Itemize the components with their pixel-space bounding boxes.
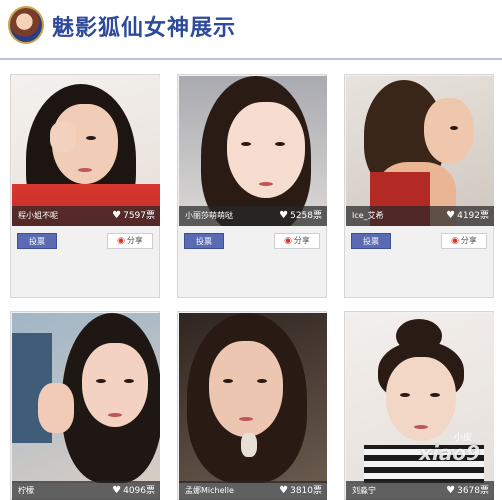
vote-count: ♥ 4192票 xyxy=(446,206,489,226)
contestant-card[interactable]: 程小姐不呢 ♥ 7597票 投票 ◉ 分享 xyxy=(10,74,160,298)
contestant-photo[interactable]: 小皮 xiao9 xyxy=(346,313,494,483)
heart-icon: ♥ xyxy=(279,210,289,221)
weibo-icon: ◉ xyxy=(284,236,292,246)
vote-button[interactable]: 投票 xyxy=(351,233,391,249)
weibo-icon: ◉ xyxy=(117,236,125,246)
vote-count: ♥ 7597票 xyxy=(112,206,155,226)
contestant-photo[interactable] xyxy=(179,76,327,226)
contestant-caption: 柠檬 ♥ 4096票 xyxy=(12,481,160,500)
site-watermark: xiao9 xyxy=(419,441,480,465)
vote-button[interactable]: 投票 xyxy=(184,233,224,249)
contestant-caption: 程小姐不呢 ♥ 7597票 xyxy=(12,206,160,226)
share-button[interactable]: ◉ 分享 xyxy=(107,233,153,249)
heart-icon: ♥ xyxy=(112,210,122,221)
vote-count: ♥ 4096票 xyxy=(112,481,155,500)
heart-icon: ♥ xyxy=(279,485,289,496)
header-divider xyxy=(0,58,502,60)
contestant-name: 刘淼宁 xyxy=(352,486,376,495)
heart-icon: ♥ xyxy=(446,485,456,496)
contestant-card[interactable]: 孟娜Michelle ♥ 3810票 xyxy=(177,311,327,500)
contestant-name: Ice_艾希 xyxy=(352,211,384,220)
contestant-card[interactable]: 柠檬 ♥ 4096票 xyxy=(10,311,160,500)
contestant-name: 程小姐不呢 xyxy=(18,211,58,220)
contestant-caption: 小丽莎萌萌哒 ♥ 5258票 xyxy=(179,206,327,226)
vote-count: ♥ 3810票 xyxy=(279,481,322,500)
contestant-name: 小丽莎萌萌哒 xyxy=(185,211,233,220)
game-avatar-icon xyxy=(8,6,44,44)
page-title: 魅影狐仙女神展示 xyxy=(52,16,237,41)
weibo-icon: ◉ xyxy=(451,236,459,246)
page-header: 魅影狐仙女神展示 xyxy=(0,0,502,48)
share-button[interactable]: ◉ 分享 xyxy=(274,233,320,249)
share-button[interactable]: ◉ 分享 xyxy=(441,233,487,249)
vote-count: ♥ 3678票 xyxy=(446,481,489,500)
contestant-card[interactable]: 小丽莎萌萌哒 ♥ 5258票 投票 ◉ 分享 xyxy=(177,74,327,298)
contestant-card[interactable]: 小皮 xiao9 刘淼宁 ♥ 3678票 xyxy=(344,311,494,500)
contestant-caption: 刘淼宁 ♥ 3678票 xyxy=(346,481,494,500)
contestant-caption: 孟娜Michelle ♥ 3810票 xyxy=(179,481,327,500)
contestant-card[interactable]: Ice_艾希 ♥ 4192票 投票 ◉ 分享 xyxy=(344,74,494,298)
heart-icon: ♥ xyxy=(446,210,456,221)
vote-count: ♥ 5258票 xyxy=(279,206,322,226)
contestant-photo[interactable] xyxy=(12,76,160,226)
contestant-caption: Ice_艾希 ♥ 4192票 xyxy=(346,206,494,226)
heart-icon: ♥ xyxy=(112,485,122,496)
vote-button[interactable]: 投票 xyxy=(17,233,57,249)
contestant-photo[interactable] xyxy=(12,313,160,483)
contestant-name: 柠檬 xyxy=(18,486,34,495)
contestant-photo[interactable] xyxy=(179,313,327,483)
contestant-name: 孟娜Michelle xyxy=(185,486,234,495)
contestant-photo[interactable] xyxy=(346,76,494,226)
